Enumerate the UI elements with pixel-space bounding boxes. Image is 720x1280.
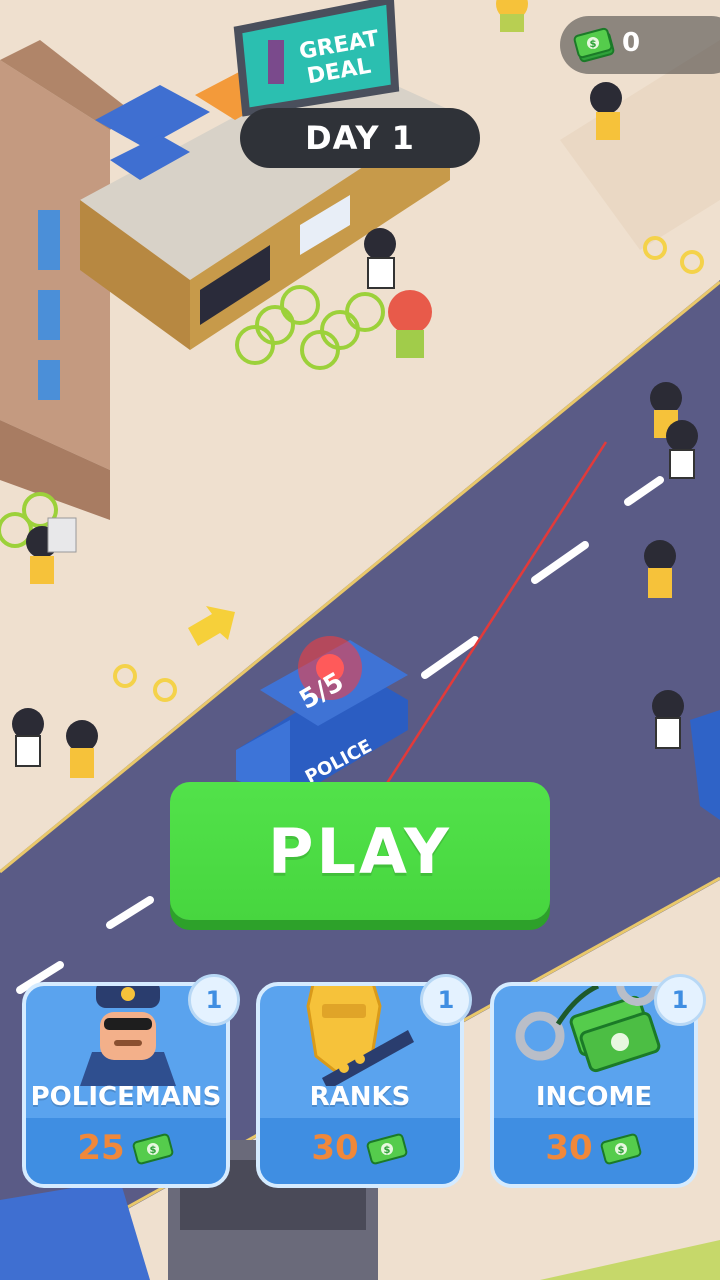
svg-text:$: $ (149, 1145, 156, 1156)
level-badge: 1 (420, 974, 472, 1026)
level-badge: 1 (188, 974, 240, 1026)
cash-icon: $ (132, 1133, 173, 1165)
play-button[interactable]: PLAY (170, 782, 550, 920)
cash-stack-icon: $ (573, 27, 615, 63)
upgrade-label: RANKS (309, 1082, 411, 1112)
upgrade-price: 30 $ (494, 1126, 694, 1170)
svg-text:$: $ (590, 39, 597, 50)
cash-icon: $ (600, 1133, 641, 1165)
price-value: 25 (77, 1128, 125, 1168)
upgrade-price: 25 $ (26, 1126, 226, 1170)
upgrade-price: 30 $ (260, 1126, 460, 1170)
cash-icon: $ (366, 1133, 407, 1165)
day-indicator: DAY 1 (240, 108, 480, 168)
level-badge: 1 (654, 974, 706, 1026)
price-value: 30 (311, 1128, 359, 1168)
svg-text:$: $ (617, 1145, 624, 1156)
price-value: 30 (545, 1128, 593, 1168)
upgrade-label: POLICEMANS (30, 1082, 222, 1112)
upgrade-label: INCOME (535, 1082, 653, 1112)
cash-value: 0 (622, 28, 641, 58)
svg-text:$: $ (383, 1145, 390, 1156)
